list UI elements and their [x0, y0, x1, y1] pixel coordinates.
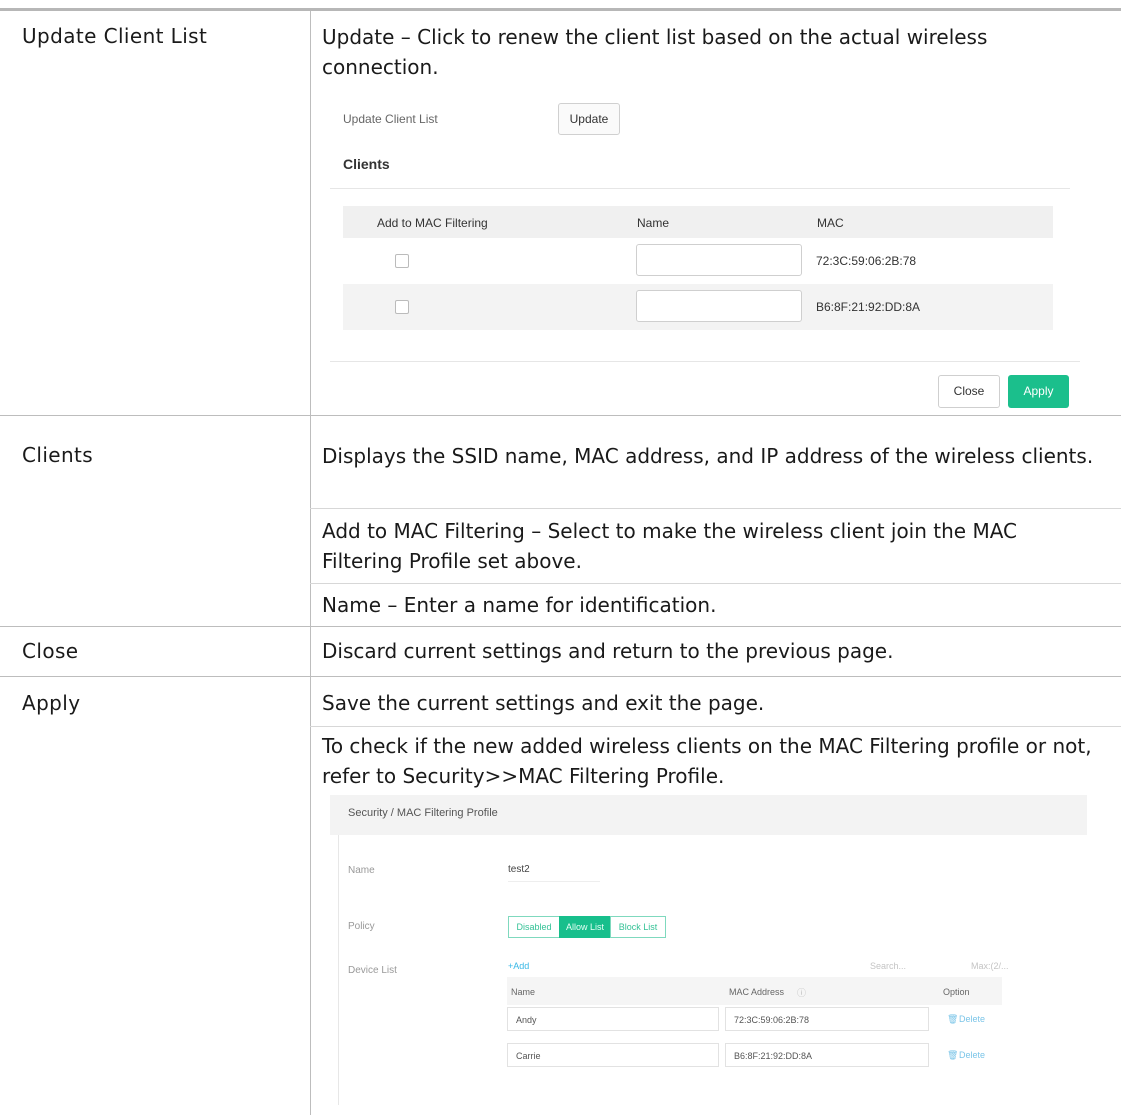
- policy-label: Policy: [348, 921, 375, 932]
- client-mac: 72:3C:59:06:2B:78: [816, 254, 917, 268]
- row-label-update-client-list: Update Client List: [22, 24, 208, 48]
- device-table-header: Name MAC Address ⓘ Option: [507, 977, 1002, 1005]
- desc-line: To check if the new added wireless clien…: [322, 734, 1092, 788]
- add-to-mac-filtering-checkbox[interactable]: [395, 254, 409, 268]
- device-mac-field[interactable]: B6:8F:21:92:DD:8A: [725, 1043, 929, 1067]
- desc-separator: [310, 508, 1121, 509]
- clients-table-header: Add to MAC Filtering Name MAC: [343, 206, 1053, 238]
- clients-heading: Clients: [343, 156, 390, 172]
- delete-link[interactable]: Delete: [959, 1014, 985, 1024]
- row-desc-close: Discard current settings and return to t…: [322, 636, 1102, 666]
- row-desc-clients-name: Name – Enter a name for identification.: [322, 590, 1102, 620]
- client-name-input[interactable]: [636, 290, 802, 322]
- delete-icon[interactable]: 🗑: [947, 1014, 958, 1025]
- device-list-label: Device List: [348, 965, 397, 976]
- table-row: B6:8F:21:92:DD:8A: [343, 284, 1053, 330]
- max-count: Max:(2/...: [971, 961, 1009, 971]
- client-name-input[interactable]: [636, 244, 802, 276]
- policy-option-allow-list[interactable]: Allow List: [559, 916, 611, 938]
- row-desc-apply-check: To check if the new added wireless clien…: [322, 731, 1102, 791]
- device-name-field[interactable]: Carrie: [507, 1043, 719, 1067]
- column-header-add-to-mac-filtering: Add to MAC Filtering: [377, 216, 488, 230]
- row-label-close: Close: [22, 639, 79, 663]
- table-top-border: [0, 8, 1121, 11]
- row-label-clients: Clients: [22, 443, 94, 467]
- row-desc-apply: Save the current settings and exit the p…: [322, 688, 1102, 718]
- delete-icon[interactable]: 🗑: [947, 1050, 958, 1061]
- policy-option-disabled[interactable]: Disabled: [508, 916, 560, 938]
- close-button[interactable]: Close: [938, 375, 1000, 408]
- breadcrumb: Security / MAC Filtering Profile: [348, 807, 498, 819]
- name-label: Name: [348, 865, 375, 876]
- client-mac: B6:8F:21:92:DD:8A: [816, 300, 921, 314]
- column-header-mac-address: MAC Address: [729, 987, 785, 997]
- profile-name-field[interactable]: test2: [508, 859, 600, 882]
- desc-line: Discard current settings and return to t…: [322, 639, 894, 663]
- title-bar: Security / MAC Filtering Profile: [330, 795, 1087, 835]
- add-to-mac-filtering-checkbox[interactable]: [395, 300, 409, 314]
- apply-button[interactable]: Apply: [1008, 375, 1069, 408]
- row-divider: [0, 626, 1121, 627]
- info-icon: ⓘ: [797, 988, 807, 998]
- row-desc-update-client-list: Update – Click to renew the client list …: [322, 22, 1102, 82]
- column-header-mac: MAC: [817, 216, 844, 230]
- update-client-list-label: Update Client List: [343, 112, 438, 126]
- row-divider: [0, 676, 1121, 677]
- desc-line: Update – Click to renew the client list …: [322, 25, 988, 79]
- column-header-name: Name: [637, 216, 670, 230]
- column-header-option: Option: [943, 987, 970, 997]
- table-row: 72:3C:59:06:2B:78: [343, 238, 1053, 284]
- desc-line: Save the current settings and exit the p…: [322, 691, 765, 715]
- desc-separator: [310, 726, 1121, 727]
- delete-link[interactable]: Delete: [959, 1050, 985, 1060]
- update-button[interactable]: Update: [558, 103, 620, 135]
- add-device-link[interactable]: +Add: [508, 961, 529, 971]
- row-desc-clients: Displays the SSID name, MAC address, and…: [322, 441, 1102, 471]
- search-input[interactable]: Search...: [870, 955, 958, 978]
- policy-option-block-list[interactable]: Block List: [610, 916, 666, 938]
- divider: [330, 188, 1070, 189]
- column-divider: [310, 11, 311, 1115]
- desc-line: Name – Enter a name for identification.: [322, 593, 717, 617]
- device-mac-field[interactable]: 72:3C:59:06:2B:78: [725, 1007, 929, 1031]
- column-header-name: Name: [511, 987, 536, 997]
- row-desc-clients-add: Add to MAC Filtering – Select to make th…: [322, 516, 1102, 576]
- desc-line: Add to MAC Filtering – Select to make th…: [322, 519, 1017, 573]
- row-label-apply: Apply: [22, 691, 81, 715]
- desc-line: Displays the SSID name, MAC address, and…: [322, 444, 1094, 468]
- divider: [330, 361, 1080, 362]
- desc-separator: [310, 583, 1121, 584]
- update-client-list-screenshot: Update Client List Update Clients Add to…: [328, 96, 1080, 416]
- device-name-field[interactable]: Andy: [507, 1007, 719, 1031]
- mac-filtering-profile-screenshot: Security / MAC Filtering Profile Name te…: [330, 795, 1090, 1110]
- side-border: [338, 835, 339, 1105]
